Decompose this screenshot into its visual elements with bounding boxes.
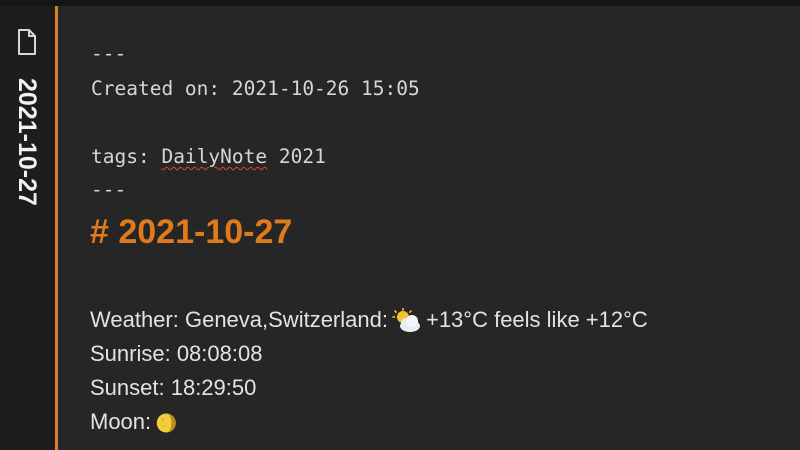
frontmatter-open-delimiter: --- (91, 42, 127, 65)
moon-label: Moon: (90, 409, 152, 434)
frontmatter-close-delimiter: --- (91, 178, 127, 201)
frontmatter-created-line: Created on: 2021-10-26 15:05 (91, 77, 420, 100)
sidebar: 2021-10-27 (0, 6, 55, 450)
file-icon[interactable] (16, 28, 38, 56)
sun-behind-cloud-icon (392, 308, 420, 333)
moon-line: Moon: (90, 408, 185, 436)
tags-prefix: tags: (91, 145, 162, 168)
sunset-line: Sunset: 18:29:50 (90, 375, 257, 400)
weather-line: Weather: Geneva,Switzerland: +13°C feels… (90, 306, 648, 334)
weather-temperature: +13°C feels like +12°C (425, 307, 648, 332)
frontmatter-tags-line: tags: DailyNote 2021 (91, 145, 326, 169)
note-editor[interactable]: --- Created on: 2021-10-26 15:05 tags: D… (58, 6, 800, 450)
weather-label: Weather: Geneva,Switzerland: (90, 307, 388, 332)
moon-phase-icon (156, 413, 176, 433)
tag-dailynote: DailyNote (161, 145, 268, 168)
tag-2021: 2021 (267, 145, 326, 168)
note-heading: # 2021-10-27 (90, 213, 293, 251)
sunrise-line: Sunrise: 08:08:08 (90, 341, 263, 366)
tab-note-title[interactable]: 2021-10-27 (13, 78, 41, 206)
